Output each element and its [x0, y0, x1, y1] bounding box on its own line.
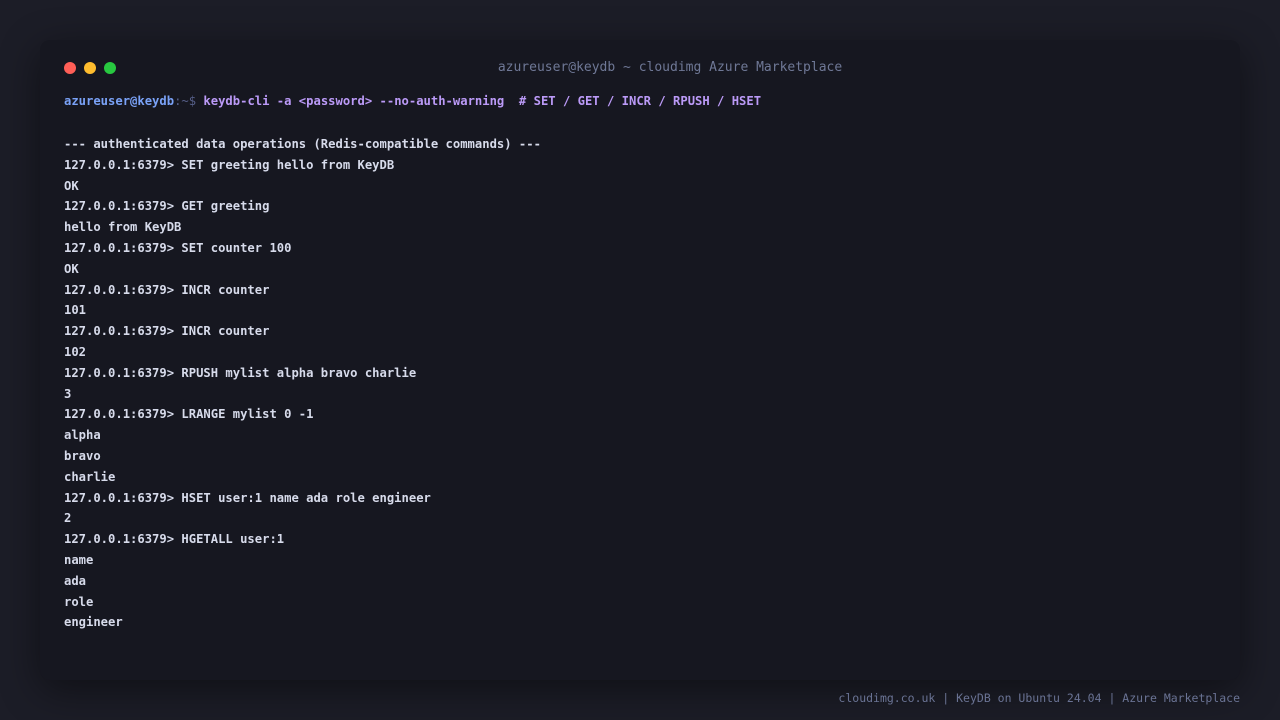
- output-line: 127.0.0.1:6379> INCR counter: [64, 324, 270, 339]
- output-line: OK: [64, 178, 79, 193]
- output-line: bravo: [64, 448, 101, 463]
- prompt-path: :~$: [174, 94, 197, 108]
- terminal-output: --- authenticated data operations (Redis…: [64, 134, 541, 633]
- output-line: 127.0.0.1:6379> INCR counter: [64, 282, 270, 297]
- output-line: 127.0.0.1:6379> RPUSH mylist alpha bravo…: [64, 365, 417, 380]
- output-line: 3: [64, 386, 72, 401]
- output-line: 2: [64, 511, 72, 526]
- output-line: engineer: [64, 615, 123, 630]
- output-line: --- authenticated data operations (Redis…: [64, 137, 541, 151]
- output-line: charlie: [64, 469, 116, 484]
- window-title: azureuser@keydb ~ cloudimg Azure Marketp…: [497, 60, 843, 75]
- title-bar: azureuser@keydb ~ cloudimg Azure Marketp…: [40, 40, 1240, 96]
- output-line: 127.0.0.1:6379> SET greeting hello from …: [64, 157, 395, 172]
- output-line: 127.0.0.1:6379> HGETALL user:1: [64, 532, 285, 547]
- output-line: 127.0.0.1:6379> LRANGE mylist 0 -1: [64, 407, 314, 422]
- output-line: name: [64, 552, 94, 567]
- output-line: 102: [64, 344, 87, 359]
- output-line: 127.0.0.1:6379> SET counter 100: [64, 240, 292, 255]
- footer-caption: cloudimg.co.uk | KeyDB on Ubuntu 24.04 |…: [838, 691, 1240, 705]
- output-line: 127.0.0.1:6379> HSET user:1 name ada rol…: [64, 490, 431, 505]
- output-line: ada: [64, 573, 87, 588]
- terminal-window[interactable]: azureuser@keydb ~ cloudimg Azure Marketp…: [40, 40, 1240, 680]
- output-line: 127.0.0.1:6379> GET greeting: [64, 199, 270, 214]
- shell-prompt-line: azureuser@keydb:~$ keydb-cli -a <passwor…: [64, 93, 761, 109]
- output-line: 101: [64, 303, 87, 318]
- prompt-command: keydb-cli -a <password> --no-auth-warnin…: [203, 94, 762, 108]
- prompt-user-host: azureuser@keydb: [64, 94, 175, 108]
- output-line: alpha: [64, 428, 101, 443]
- output-line: role: [64, 594, 94, 609]
- output-line: OK: [64, 261, 79, 276]
- output-line: hello from KeyDB: [64, 220, 182, 235]
